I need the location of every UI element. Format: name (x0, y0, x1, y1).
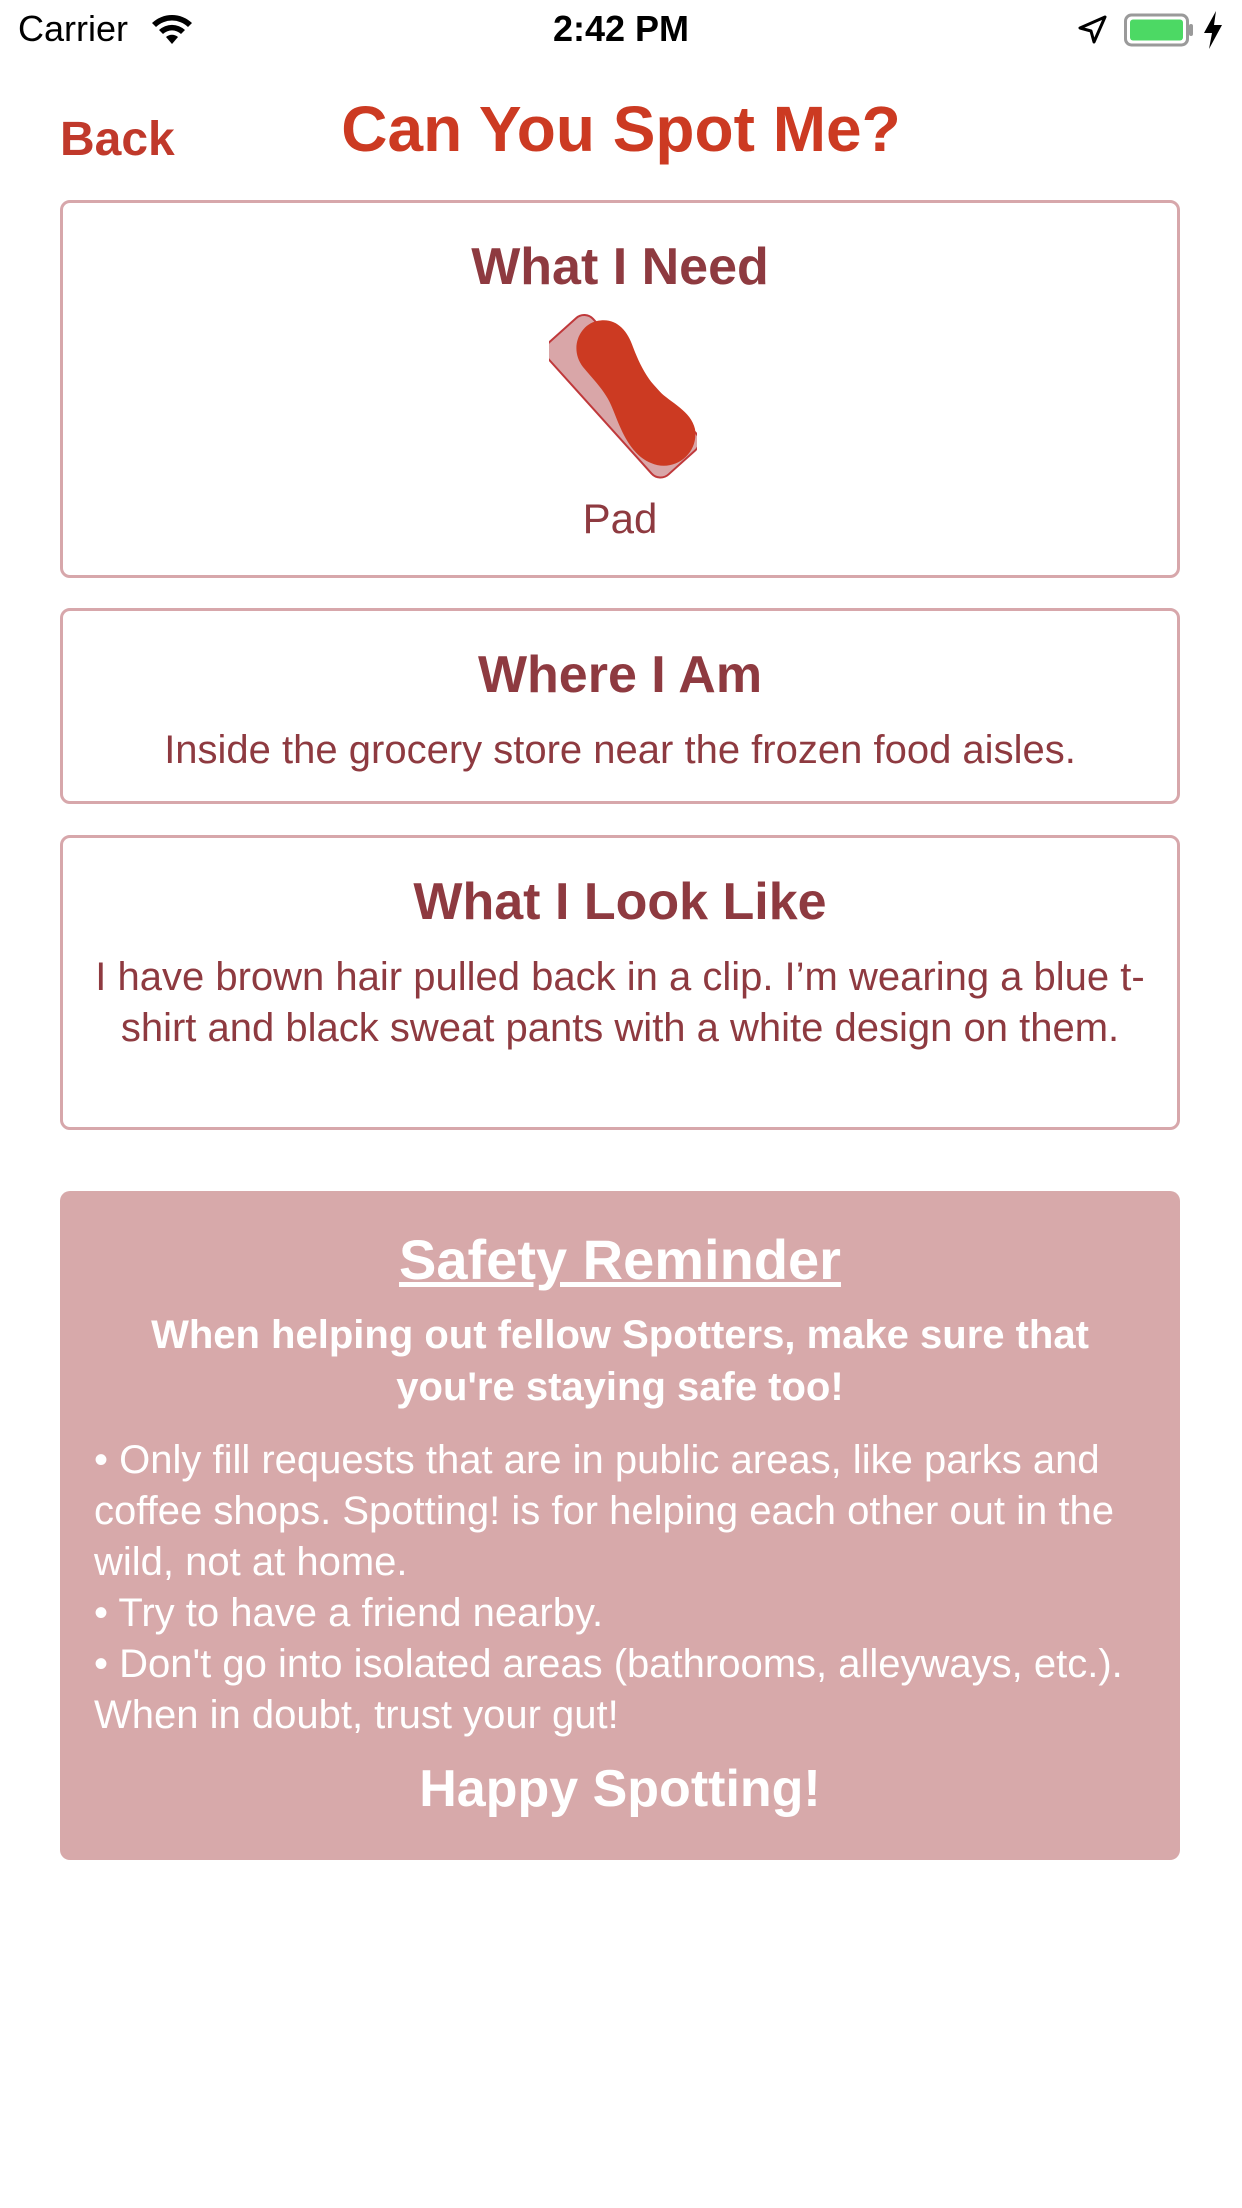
safety-tip: • Only fill requests that are in public … (94, 1438, 1114, 1584)
safety-reminder-lead: When helping out fellow Spotters, make s… (151, 1313, 1089, 1409)
what-i-need-card: What I Need Pad (60, 200, 1180, 578)
where-i-am-card: Where I Am Inside the grocery store near… (60, 608, 1180, 804)
what-i-look-like-title: What I Look Like (413, 873, 827, 931)
pad-icon (549, 313, 697, 479)
safety-reminder-title: Safety Reminder (399, 1228, 841, 1291)
charging-bolt-icon (1204, 11, 1222, 49)
status-time: 2:42 PM (552, 8, 690, 49)
safety-closing: Happy Spotting! (419, 1760, 821, 1818)
need-item-label: Pad (582, 495, 658, 542)
where-i-am-title: Where I Am (477, 646, 763, 704)
safety-tip: • Don't go into isolated areas (bathroom… (94, 1642, 1123, 1737)
safety-reminder-panel: Safety Reminder When helping out fellow … (60, 1191, 1180, 1860)
what-i-need-title: What I Need (471, 238, 769, 296)
safety-tip: • Try to have a friend nearby. (94, 1591, 604, 1635)
status-bar: Carrier 2:42 PM (0, 0, 1242, 62)
what-i-look-like-card: What I Look Like I have brown hair pulle… (60, 835, 1180, 1130)
what-i-look-like-text: I have brown hair pulled back in a clip.… (95, 955, 1145, 1050)
location-arrow-icon (1078, 15, 1107, 44)
battery-icon (1124, 13, 1193, 47)
safety-tips-list: • Only fill requests that are in public … (94, 1435, 1140, 1741)
page-title: Can You Spot Me? (341, 93, 901, 165)
where-i-am-text: Inside the grocery store near the frozen… (164, 728, 1076, 772)
